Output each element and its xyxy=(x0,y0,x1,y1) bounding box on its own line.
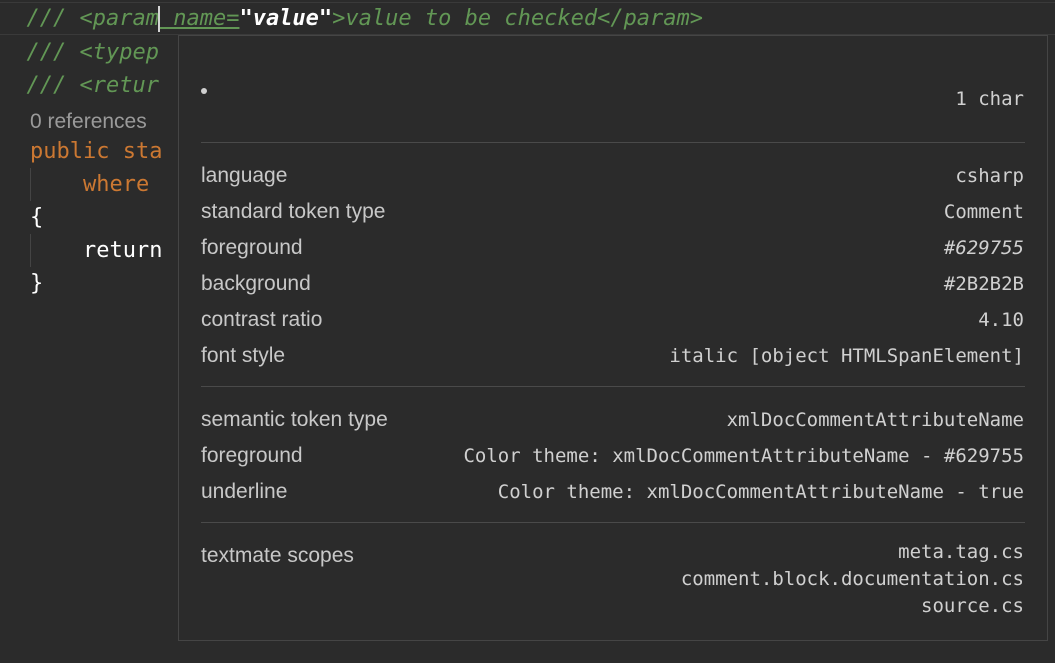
semantic-foreground-label: foreground xyxy=(201,444,303,467)
row-foreground: foreground #629755 xyxy=(201,233,1024,263)
keyword-public: public xyxy=(30,139,110,164)
foreground-value: #629755 xyxy=(943,237,1024,259)
row-semantic-token-type: semantic token type xmlDocCommentAttribu… xyxy=(201,405,1024,435)
textmate-scope: source.cs xyxy=(921,595,1024,617)
row-semantic-foreground: foreground Color theme: xmlDocCommentAtt… xyxy=(201,441,1024,471)
language-value: csharp xyxy=(955,165,1024,187)
doc-tag-open: <param xyxy=(66,6,159,31)
textmate-scope: comment.block.documentation.cs xyxy=(680,568,1024,590)
keyword-where: where xyxy=(82,172,150,197)
code-line-1[interactable]: /// <param name="value">value to be chec… xyxy=(0,2,703,35)
row-language: language csharp xyxy=(201,161,1024,191)
row-textmate-scopes: textmate scopes xyxy=(201,541,354,571)
doc-comment-prefix: /// xyxy=(26,6,67,31)
keyword-return: return xyxy=(82,238,163,263)
row-contrast-ratio: contrast ratio 4.10 xyxy=(201,305,1024,335)
contrast-ratio-label: contrast ratio xyxy=(201,308,323,331)
doc-tag-typeparam: <typep xyxy=(66,40,159,65)
doc-comment-prefix: /// xyxy=(26,73,67,98)
doc-comment-prefix: /// xyxy=(26,40,67,65)
divider xyxy=(201,522,1025,523)
token-length: 1 char xyxy=(955,88,1024,110)
standard-token-type-label: standard token type xyxy=(201,200,386,223)
divider xyxy=(201,386,1025,387)
doc-tag-content: >value to be checked</param> xyxy=(332,6,704,31)
code-line-8[interactable]: } xyxy=(30,267,43,300)
token-inspector-hover[interactable]: 1 char language csharp standard token ty… xyxy=(178,35,1048,641)
underline-value: Color theme: xmlDocCommentAttributeName … xyxy=(497,481,1024,503)
font-style-label: font style xyxy=(201,344,286,367)
font-style-value: italic [object HTMLSpanElement] xyxy=(669,345,1024,367)
code-line-3[interactable]: /// <retur xyxy=(0,69,159,102)
background-value: #2B2B2B xyxy=(943,273,1024,295)
code-line-5[interactable]: where xyxy=(30,168,149,201)
code-line-6[interactable]: { xyxy=(30,201,43,234)
code-line-7[interactable]: return xyxy=(30,234,162,267)
code-line-2[interactable]: /// <typep xyxy=(0,36,159,69)
row-font-style: font style italic [object HTMLSpanElemen… xyxy=(201,341,1024,371)
doc-attribute-name: name= xyxy=(159,6,240,31)
doc-tag-returns: <retur xyxy=(66,73,159,98)
keyword-static: sta xyxy=(109,139,163,164)
standard-token-type-value: Comment xyxy=(943,201,1024,223)
semantic-foreground-value: Color theme: xmlDocCommentAttributeName … xyxy=(463,445,1024,467)
close-brace: } xyxy=(30,271,44,296)
row-underline: underline Color theme: xmlDocCommentAttr… xyxy=(201,477,1024,507)
codelens-references[interactable]: 0 references xyxy=(30,109,147,135)
code-line-4[interactable]: public sta xyxy=(30,135,162,168)
token-length-row: 1 char xyxy=(201,84,1024,114)
foreground-label: foreground xyxy=(201,236,303,259)
row-background: background #2B2B2B xyxy=(201,269,1024,299)
semantic-token-type-label: semantic token type xyxy=(201,408,388,431)
doc-attribute-value: "value" xyxy=(239,6,333,31)
divider xyxy=(201,142,1025,143)
underline-label: underline xyxy=(201,480,288,503)
background-label: background xyxy=(201,272,311,295)
language-label: language xyxy=(201,164,288,187)
contrast-ratio-value: 4.10 xyxy=(978,309,1024,331)
textmate-scopes-list: meta.tag.cs comment.block.documentation.… xyxy=(681,539,1024,620)
row-standard-token-type: standard token type Comment xyxy=(201,197,1024,227)
semantic-token-type-value: xmlDocCommentAttributeName xyxy=(726,409,1024,431)
textmate-scopes-label: textmate scopes xyxy=(201,544,354,567)
open-brace: { xyxy=(30,205,44,230)
textmate-scope: meta.tag.cs xyxy=(898,541,1024,563)
